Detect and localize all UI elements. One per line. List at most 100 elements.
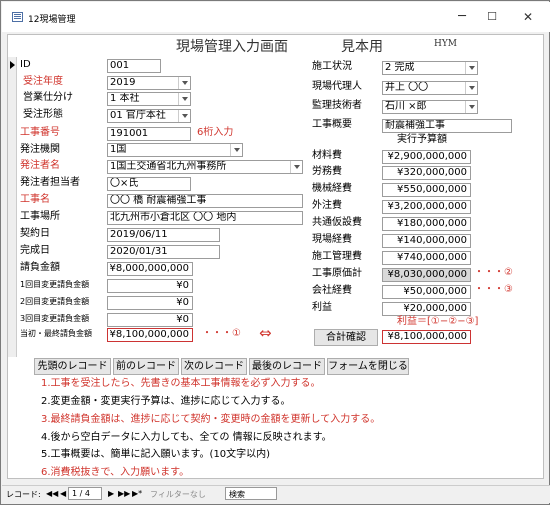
chevron-down-icon[interactable] [178, 93, 190, 105]
labor-field[interactable]: ¥320,000,000 [382, 166, 471, 180]
window-title: 12現場管理 [28, 15, 76, 25]
temporary-field[interactable]: ¥180,000,000 [382, 217, 471, 231]
id-label: ID [20, 59, 31, 70]
machine-field[interactable]: ¥550,000,000 [382, 183, 471, 197]
form-icon [12, 12, 23, 22]
record-position-field[interactable]: 1 / 4 [68, 487, 102, 500]
engineer-label: 監理技術者 [312, 100, 362, 111]
prev-record-button[interactable]: 前のレコード [113, 358, 179, 375]
first-record-button[interactable]: 先頭のレコード [34, 358, 111, 375]
status-combo[interactable]: 2 完成 [382, 61, 478, 75]
close-form-button[interactable]: フォームを閉じる [327, 358, 409, 375]
year-value: 2019 [110, 77, 136, 88]
completion-date-field[interactable]: 2020/01/31 [107, 245, 220, 259]
management-label: 施工管理費 [312, 251, 362, 262]
contract-date-field[interactable]: 2019/06/11 [107, 228, 220, 242]
profit-label: 利益 [312, 302, 332, 313]
filter-status[interactable]: フィルターなし [150, 489, 206, 500]
next-record-icon[interactable]: ▶ [108, 489, 114, 498]
new-record-icon[interactable]: ▶* [132, 489, 142, 498]
site-cost-label: 現場経費 [312, 234, 352, 245]
engineer-value: 石川 ×郎 [385, 101, 427, 112]
contract-amount-field[interactable]: ¥8,000,000,000 [107, 262, 193, 276]
header-code: HYM [434, 39, 458, 49]
client-person-label: 発注者担当者 [20, 177, 80, 188]
division-combo[interactable]: 1 本社 [107, 92, 191, 106]
total-check-button[interactable]: 合計確認 [314, 329, 378, 346]
note-2: 2.変更金額・変更実行予算は、進捗に応じて入力する。 [41, 396, 291, 407]
outsource-field[interactable]: ¥3,200,000,000 [382, 200, 471, 214]
agent-combo[interactable]: 井上 〇〇 [382, 81, 478, 95]
status-label: 施工状況 [312, 61, 352, 72]
year-label: 受注年度 [23, 76, 63, 87]
change2-field[interactable]: ¥0 [107, 296, 193, 310]
chevron-down-icon[interactable] [465, 101, 477, 113]
agency-label: 発注機関 [20, 144, 60, 155]
form-area: 現場管理入力画面 見本用 HYM ID 001 受注年度 2019 営業仕分け … [7, 34, 544, 479]
close-button[interactable]: ✕ [518, 8, 538, 26]
change2-label: 2回目変更請負金額 [20, 297, 90, 306]
work-no-note: 6桁入力 [197, 127, 234, 138]
change1-field[interactable]: ¥0 [107, 279, 193, 293]
final-marker: ・・・① [202, 328, 241, 339]
final-amount-field[interactable]: ¥8,100,000,000 [107, 328, 193, 342]
agency-combo[interactable]: 1国 [107, 143, 243, 157]
division-value: 1 本社 [110, 93, 140, 104]
chevron-down-icon[interactable] [230, 144, 242, 156]
client-person-field[interactable]: 〇×氏 [107, 177, 191, 191]
work-name-label: 工事名 [20, 194, 50, 205]
material-field[interactable]: ¥2,900,000,000 [382, 150, 471, 164]
year-combo[interactable]: 2019 [107, 76, 191, 90]
outsource-label: 外注費 [312, 200, 342, 211]
management-field[interactable]: ¥740,000,000 [382, 251, 471, 265]
machine-label: 機械経費 [312, 183, 352, 194]
site-label: 工事場所 [20, 211, 60, 222]
client-value: 1国土交通省北九州事務所 [110, 161, 227, 172]
contract-date-label: 契約日 [20, 228, 50, 239]
site-cost-field[interactable]: ¥140,000,000 [382, 234, 471, 248]
work-name-field[interactable]: 〇〇 橋 耐震補強工事 [107, 194, 303, 208]
work-no-field[interactable]: 191001 [107, 127, 191, 141]
app-window: 12現場管理 ─ ☐ ✕ 現場管理入力画面 見本用 HYM ID 001 受注年… [0, 0, 550, 505]
note-3: 3.最終請負金額は、進捗に応じて契約・変更時の金額を更新して入力する。 [41, 414, 381, 425]
page-subtitle: 見本用 [341, 39, 383, 55]
minimize-button[interactable]: ─ [452, 8, 472, 26]
record-navigation-bar: レコード: ◀◀ ◀ 1 / 4 ▶ ▶▶ ▶* フィルターなし 検索 [2, 485, 550, 503]
change3-field[interactable]: ¥0 [107, 313, 193, 327]
record-selector[interactable] [8, 57, 17, 357]
page-title: 現場管理入力画面 [176, 39, 288, 55]
company-field[interactable]: ¥50,000,000 [382, 285, 471, 299]
agent-value: 井上 〇〇 [385, 82, 429, 93]
prev-record-icon[interactable]: ◀ [60, 489, 66, 498]
chevron-down-icon[interactable] [178, 110, 190, 122]
chevron-down-icon[interactable] [290, 161, 302, 173]
site-field[interactable]: 北九州市小倉北区 〇〇 地内 [107, 211, 303, 225]
first-record-icon[interactable]: ◀◀ [46, 489, 58, 498]
order-type-combo[interactable]: 01 官庁本社 [107, 109, 191, 123]
agent-label: 現場代理人 [312, 81, 362, 92]
chevron-down-icon[interactable] [178, 77, 190, 89]
client-combo[interactable]: 1国土交通省北九州事務所 [107, 160, 303, 174]
summary-label: 工事概要 [312, 119, 352, 130]
cost-total-label: 工事原価計 [312, 268, 362, 279]
next-record-button[interactable]: 次のレコード [181, 358, 247, 375]
last-record-button[interactable]: 最後のレコード [249, 358, 325, 375]
final-amount-label: 当初・最終請負金額 [20, 329, 92, 338]
chevron-down-icon[interactable] [465, 62, 477, 74]
search-field[interactable]: 検索 [225, 487, 277, 500]
maximize-button[interactable]: ☐ [482, 8, 502, 26]
labor-label: 労務費 [312, 166, 342, 177]
last-record-icon[interactable]: ▶▶ [118, 489, 130, 498]
chevron-down-icon[interactable] [465, 82, 477, 94]
note-4: 4.後から空白データに入力しても、全ての 情報に反映されます。 [41, 432, 332, 443]
cost-total-field: ¥8,030,000,000 [382, 268, 471, 282]
company-marker: ・・・③ [474, 284, 513, 295]
id-field[interactable]: 001 [107, 59, 161, 73]
engineer-combo[interactable]: 石川 ×郎 [382, 100, 478, 114]
profit-field[interactable]: ¥20,000,000 [382, 302, 471, 316]
summary-field[interactable]: 耐震補強工事 [382, 119, 512, 133]
note-1: 1.工事を受注したら、先書きの基本工事情報を必ず入力する。 [41, 378, 321, 389]
cost-total-marker: ・・・② [474, 267, 513, 278]
note-5: 5.工事概要は、簡単に記入願います。(10文字以内) [41, 449, 271, 460]
note-6: 6.消費税抜きで、入力願います。 [41, 467, 190, 478]
